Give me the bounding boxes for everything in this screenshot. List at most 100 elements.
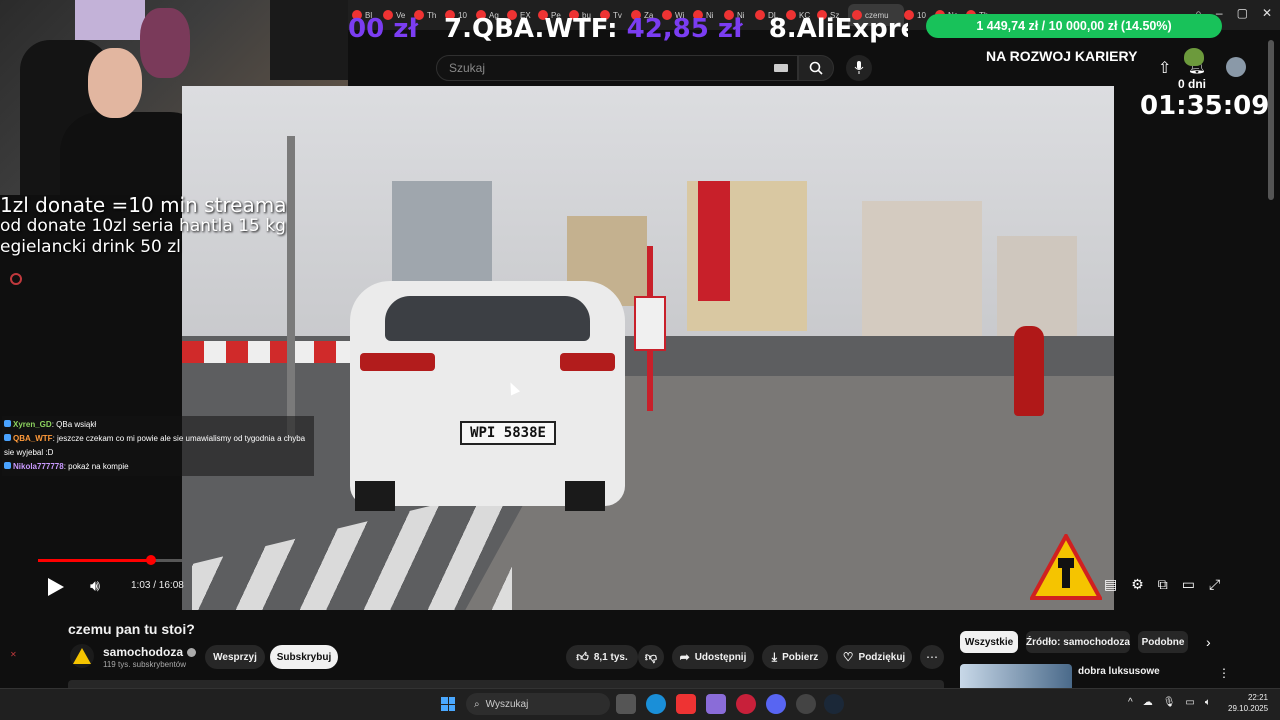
volume-icon[interactable]: 🔊︎ [90, 578, 100, 596]
thumbs-up-icon: 👍︎ [576, 649, 589, 664]
channel-name-row[interactable]: samochodoza [103, 645, 197, 659]
donation-goal-label: NA ROZWOJ KARIERY [986, 48, 1138, 64]
video-time: 1:03 / 16:08 [131, 580, 184, 591]
edge-icon[interactable] [646, 694, 666, 714]
system-tray: ^ ☁ 🎙︎ ▭ 🔈︎ [1128, 697, 1211, 708]
promo-item: 7.QBA.WTF: [444, 14, 618, 44]
subtitles-icon[interactable]: ▤ [1104, 576, 1117, 593]
subscribe-button[interactable]: Subskrybuj [270, 645, 338, 669]
car-tail-light [560, 353, 615, 371]
thumbs-down-icon: 👎︎ [644, 649, 658, 664]
chat-message: QBA_WTF: jeszcze czekam co mi powie ale … [4, 432, 312, 460]
volume-tray-icon[interactable]: 🔈︎ [1205, 697, 1211, 708]
chat-settings-icon[interactable] [10, 273, 22, 285]
taskbar-search[interactable]: ⌕ Wyszukaj [466, 693, 610, 715]
cast-icon[interactable]: ▭ [1182, 576, 1195, 593]
thanks-icon: ♡ [842, 650, 854, 664]
search-icon [809, 61, 823, 75]
video-progress-bar[interactable] [38, 555, 182, 565]
promo-ticker: 00 zł 7.QBA.WTF: 42,85 zł 8.AliExpres [348, 8, 908, 50]
share-label: Udostępnij [694, 651, 747, 663]
channel-name[interactable]: samochodoza [103, 645, 183, 659]
fullscreen-icon[interactable]: ⤢ [1209, 576, 1220, 593]
chip-all[interactable]: Wszystkie [960, 631, 1018, 653]
chip-source[interactable]: Źródło: samochodoza [1026, 631, 1130, 653]
opera-icon[interactable] [736, 694, 756, 714]
keyboard-icon[interactable] [774, 64, 788, 72]
chat-message: Nikola777778: pokaż na kompie [4, 460, 312, 474]
maximize-icon[interactable]: ▢ [1237, 6, 1248, 21]
chat-username[interactable]: QBA_WTF [13, 434, 53, 443]
chat-username[interactable]: Xyren_GD [13, 420, 52, 429]
task-view-icon[interactable] [616, 694, 636, 714]
thanks-label: Podziękuj [858, 651, 906, 663]
search-button[interactable] [798, 55, 834, 81]
discord-icon[interactable] [766, 694, 786, 714]
download-label: Pobierz [782, 651, 819, 663]
road-barrier [182, 341, 360, 363]
donation-goal-bar: 1 449,74 zł / 10 000,00 zł (14.50%) [926, 14, 1222, 38]
license-plate: WPI 5838E [460, 421, 556, 445]
warning-triangle-icon [73, 648, 91, 664]
channel-avatar[interactable] [70, 644, 94, 668]
video-title: czemu pan tu stoi? [68, 621, 195, 637]
video-player[interactable]: WPI 5838E [182, 86, 1114, 610]
taskbar-search-label: Wyszukaj [485, 698, 529, 710]
tab-label: 10 [917, 10, 926, 20]
chevron-right-icon[interactable]: › [1206, 634, 1211, 650]
upload-icon[interactable]: ⇧ [1158, 58, 1171, 78]
play-icon[interactable] [48, 578, 64, 596]
billboard [698, 181, 730, 301]
progress-scrubber[interactable] [146, 555, 157, 565]
promo-price-prefix: 00 zł [348, 14, 419, 44]
youtube-app-icon[interactable] [676, 694, 696, 714]
recommendation-title[interactable]: dobra luksusowe [1078, 666, 1160, 677]
share-button[interactable]: ➦ Udostępnij [672, 645, 754, 669]
download-button[interactable]: ⤓ Pobierz [762, 645, 828, 669]
close-icon[interactable]: ✕ [1262, 6, 1272, 21]
chip-related[interactable]: Podobne [1138, 631, 1188, 653]
taskbar-clock[interactable]: 22:21 29.10.2025 [1228, 692, 1268, 714]
thanks-button[interactable]: ♡ Podziękuj [836, 645, 912, 669]
pepe-emote-icon [1184, 48, 1204, 66]
account-avatar[interactable] [1226, 57, 1246, 77]
player-right-controls: ▤ ⚙ ⧉ ▭ ⤢ [1104, 576, 1220, 593]
recommendation-thumbnail[interactable] [960, 664, 1072, 688]
obs-icon[interactable] [796, 694, 816, 714]
cloud-icon[interactable]: ☁ [1143, 697, 1153, 708]
dislike-button[interactable]: 👎︎ [638, 645, 664, 669]
mic-tray-icon[interactable]: 🎙︎ [1163, 697, 1176, 708]
miniplayer-icon[interactable]: ⧉ [1158, 576, 1168, 593]
like-count: 8,1 tys. [593, 651, 628, 663]
microphone-icon [854, 61, 864, 74]
streamer-head [88, 48, 142, 118]
search-input[interactable]: Szukaj [436, 55, 798, 81]
like-button[interactable]: 👍︎ 8,1 tys. [566, 645, 638, 669]
building [862, 201, 982, 341]
page-scrollbar[interactable] [1268, 40, 1274, 200]
chat-message: Xyren_GD: QBa wsiąkł [4, 418, 312, 432]
steam-icon[interactable] [824, 694, 844, 714]
network-icon[interactable]: ▭ [1185, 697, 1194, 708]
support-button[interactable]: Wesprzyj [205, 645, 265, 669]
snipping-tool-icon[interactable] [706, 694, 726, 714]
stream-chat: Xyren_GD: QBa wsiąkł QBA_WTF: jeszcze cz… [2, 416, 314, 476]
building [392, 181, 492, 291]
stream-timer: 01:35:09 [1140, 91, 1270, 121]
start-button[interactable] [441, 697, 455, 711]
recommendation-menu-icon[interactable]: ⋮ [1218, 666, 1230, 680]
windows-taskbar [0, 688, 1280, 720]
chat-username[interactable]: Nikola777778 [13, 462, 64, 471]
progress-fill [38, 559, 152, 562]
close-overlay-icon[interactable]: ✕ [10, 650, 22, 659]
pedestrian [1014, 326, 1044, 416]
chevron-up-icon[interactable]: ^ [1128, 697, 1133, 708]
settings-gear-icon[interactable]: ⚙ [1131, 576, 1144, 593]
more-actions-button[interactable]: ⋯ [920, 645, 944, 669]
donate-line: egielancki drink 50 zl [0, 237, 181, 257]
share-icon: ➦ [679, 650, 690, 664]
channel-watermark-icon[interactable] [1030, 534, 1102, 600]
voice-search-button[interactable] [846, 55, 872, 81]
promo-price: 42,85 zł [626, 14, 743, 44]
clock-date: 29.10.2025 [1228, 704, 1269, 713]
